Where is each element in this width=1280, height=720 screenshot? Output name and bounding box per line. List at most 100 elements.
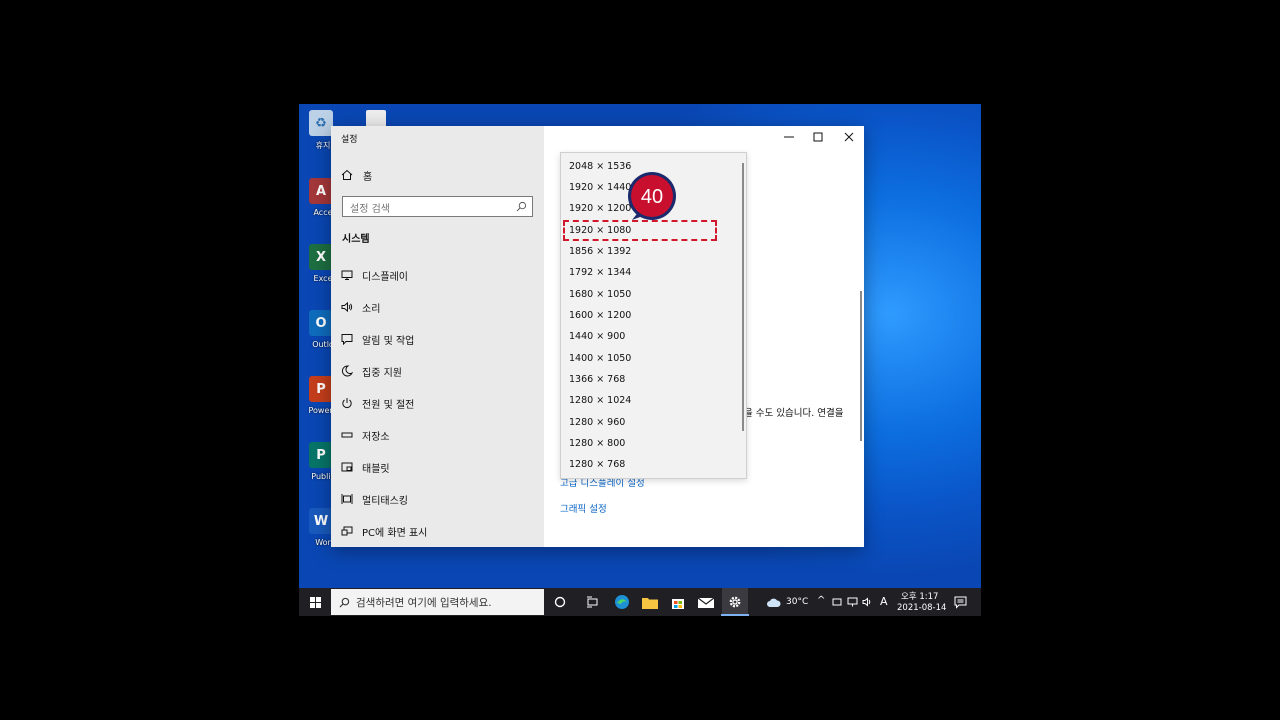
sidebar-item-focus-assist[interactable]: 집중 지원 [341, 362, 536, 380]
sidebar-item-label: 소리 [362, 303, 381, 315]
windows-icon [309, 596, 321, 608]
start-button[interactable] [305, 588, 325, 616]
cloud-icon [766, 598, 781, 607]
dropdown-scrollbar[interactable] [742, 163, 744, 431]
notification-icon [954, 596, 966, 609]
home-icon [341, 169, 353, 180]
maximize-button[interactable] [802, 126, 834, 148]
word-icon: W [309, 508, 333, 534]
storage-icon [341, 429, 353, 441]
store-icon [672, 599, 684, 609]
notification-icon [341, 333, 353, 345]
project-icon [341, 525, 353, 537]
section-title: 시스템 [342, 234, 370, 245]
sidebar-item-power[interactable]: 전원 및 절전 [341, 394, 536, 412]
cortana-icon [554, 596, 566, 608]
sidebar-item-tablet[interactable]: 태블릿 [341, 458, 536, 476]
step-number-badge: 40 [628, 172, 676, 220]
display-description-text: 을 수도 있습니다. 연결을 [744, 408, 844, 419]
sidebar-item-sound[interactable]: 소리 [341, 298, 536, 316]
sidebar-item-display[interactable]: 디스플레이 [341, 266, 536, 284]
resolution-option[interactable]: 1856 × 1392 [569, 244, 631, 260]
monitor-icon [341, 269, 353, 281]
taskbar-search-box[interactable]: 검색하려면 여기에 입력하세요. [331, 589, 544, 615]
resolution-option[interactable]: 1280 × 768 [569, 457, 625, 473]
taskbar-store[interactable] [667, 588, 689, 616]
settings-window: 설정 홈 시스템 디스플레이 소리 알림 및 작업 집중 지원 전원 [331, 126, 864, 547]
nav-home-label: 홈 [363, 171, 373, 183]
clock-time[interactable]: 오후 1:17 [901, 590, 938, 602]
window-title: 설정 [341, 135, 358, 145]
outlook-icon: O [309, 310, 333, 336]
recycle-bin-icon: ♻ [309, 110, 333, 136]
settings-search-box[interactable] [342, 196, 533, 219]
sidebar-item-label: 멀티태스킹 [362, 495, 408, 507]
close-button[interactable] [833, 126, 865, 148]
graphics-settings-link[interactable]: 그래픽 설정 [560, 501, 607, 515]
taskbar-edge[interactable] [611, 588, 633, 616]
sidebar-item-label: 알림 및 작업 [362, 335, 415, 347]
meet-now-icon[interactable] [831, 588, 843, 616]
task-view-icon [586, 596, 597, 608]
resolution-option[interactable]: 1366 × 768 [569, 372, 625, 388]
power-icon [341, 397, 353, 409]
notification-center-button[interactable] [951, 588, 969, 616]
resolution-option[interactable]: 2048 × 1536 [569, 159, 631, 175]
sidebar-item-label: 전원 및 절전 [362, 399, 415, 411]
sidebar-item-storage[interactable]: 저장소 [341, 426, 536, 444]
ime-indicator[interactable]: A [880, 595, 888, 608]
main-scrollbar[interactable] [860, 291, 862, 441]
resolution-option[interactable]: 1440 × 900 [569, 329, 625, 345]
search-icon [339, 597, 350, 607]
resolution-option[interactable]: 1792 × 1344 [569, 265, 631, 281]
settings-search-input[interactable] [343, 200, 503, 219]
weather-widget[interactable] [765, 588, 781, 616]
network-icon[interactable] [846, 588, 858, 616]
network-glyph-icon [847, 597, 857, 607]
taskbar: 검색하려면 여기에 입력하세요. 30°C ^ A 오후 1:17 2021-0… [299, 588, 981, 616]
volume-icon[interactable] [861, 588, 873, 616]
multitasking-icon [341, 493, 353, 505]
taskbar-file-explorer[interactable] [639, 588, 661, 616]
sidebar-item-notifications[interactable]: 알림 및 작업 [341, 330, 536, 348]
resolution-option[interactable]: 1400 × 1050 [569, 351, 631, 367]
resolution-option[interactable]: 1280 × 800 [569, 436, 625, 452]
sidebar-item-label: 태블릿 [362, 463, 390, 475]
taskbar-mail[interactable] [695, 588, 717, 616]
resolution-option[interactable]: 1600 × 1200 [569, 308, 631, 324]
edge-icon [615, 595, 629, 609]
weather-temperature: 30°C [786, 597, 809, 607]
sidebar-item-project[interactable]: PC에 화면 표시 [341, 522, 536, 540]
task-view-button[interactable] [581, 588, 603, 616]
folder-icon [642, 597, 658, 609]
resolution-option[interactable]: 1920 × 1200 [569, 201, 631, 217]
sidebar-item-label: 저장소 [362, 431, 390, 443]
speaker-icon [862, 597, 870, 607]
resolution-option[interactable]: 1280 × 1024 [569, 393, 631, 409]
resolution-option[interactable]: 1920 × 1440 [569, 180, 631, 196]
powerpoint-icon: P [309, 376, 333, 402]
resolution-option[interactable]: 1680 × 1050 [569, 287, 631, 303]
active-app-indicator [721, 614, 749, 616]
chevron-up-icon[interactable]: ^ [817, 595, 825, 606]
minimize-icon [784, 136, 794, 138]
gear-icon [729, 596, 741, 608]
moon-icon [341, 365, 353, 377]
speaker-icon [341, 301, 353, 313]
clock-date[interactable]: 2021-08-14 [897, 603, 946, 613]
minimize-button[interactable] [773, 126, 805, 148]
mail-icon [698, 597, 714, 608]
resolution-option[interactable]: 1280 × 960 [569, 415, 625, 431]
taskbar-settings[interactable] [722, 588, 748, 616]
taskbar-search-placeholder: 검색하려면 여기에 입력하세요. [356, 596, 492, 609]
publisher-icon: P [309, 442, 333, 468]
sidebar-item-label: 집중 지원 [362, 367, 402, 379]
camera-icon [832, 598, 842, 606]
search-icon [516, 201, 527, 212]
nav-home[interactable]: 홈 [341, 167, 372, 183]
cortana-button[interactable] [549, 588, 571, 616]
maximize-icon [813, 132, 823, 142]
settings-sidebar: 설정 홈 시스템 디스플레이 소리 알림 및 작업 집중 지원 전원 [331, 126, 544, 547]
sidebar-item-label: PC에 화면 표시 [362, 527, 428, 539]
sidebar-item-multitasking[interactable]: 멀티태스킹 [341, 490, 536, 508]
